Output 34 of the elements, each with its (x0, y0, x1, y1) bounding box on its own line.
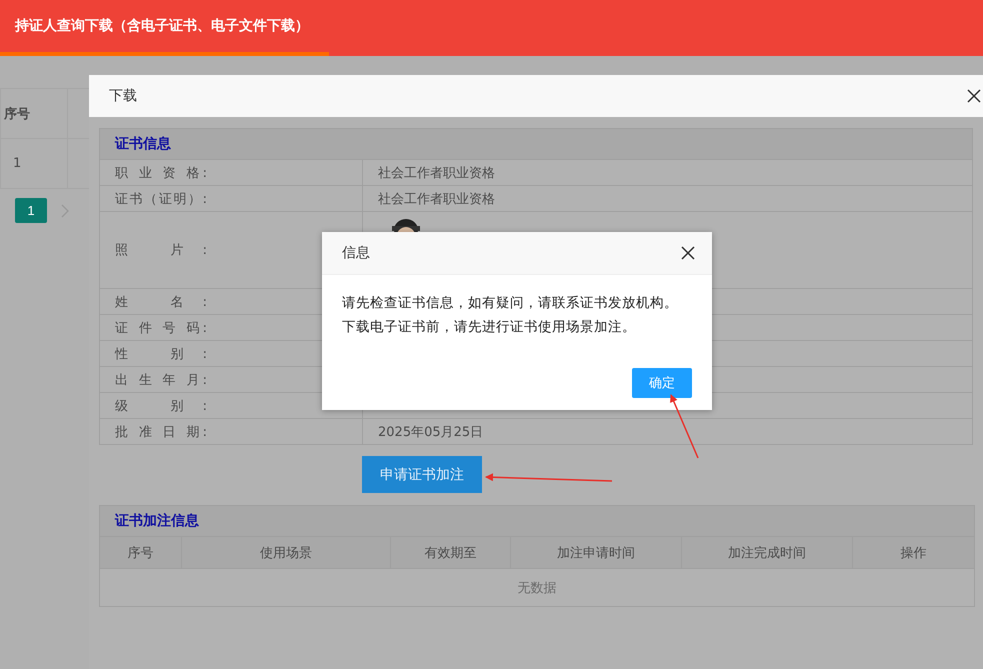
field-value: 2025年05月25日 (378, 424, 484, 440)
field-label: 姓 名: (115, 294, 207, 310)
dialog-title: 下载 (109, 87, 137, 105)
message-text: 请先检查证书信息，如有疑问，请联系证书发放机构。 (342, 294, 679, 312)
field-value: 社会工作者职业资格 (378, 192, 495, 206)
field-label: 性 别: (115, 346, 207, 362)
field-label: 照 片: (115, 242, 207, 259)
field-label: 证 件 号 码: (115, 320, 207, 336)
confirm-button[interactable]: 确定 (632, 368, 692, 398)
close-icon[interactable] (681, 246, 695, 260)
page-title: 持证人查询下载（含电子证书、电子文件下载） (15, 17, 309, 35)
annotation-arrow (670, 394, 699, 458)
empty-message: 无数据 (518, 580, 556, 596)
field-label: 职 业 资 格: (115, 164, 207, 182)
column-header: 加注申请时间 (557, 544, 635, 562)
apply-button[interactable]: 申请证书加注 (362, 456, 482, 493)
table-cell: 1 (13, 156, 22, 171)
field-label: 证书（证明）: (115, 190, 207, 208)
section-title: 证书信息 (115, 136, 171, 152)
column-header: 使用场景 (260, 544, 312, 562)
column-header: 序号 (4, 106, 30, 122)
field-label: 批 准 日 期: (115, 424, 207, 440)
field-label: 出 生 年 月: (115, 372, 207, 388)
close-icon[interactable] (967, 89, 981, 103)
column-header: 序号 (128, 544, 154, 562)
field-label: 级 别: (115, 398, 207, 414)
column-header: 操作 (900, 544, 926, 562)
section-title: 证书加注信息 (115, 512, 199, 530)
message-text: 下载电子证书前，请先进行证书使用场景加注。 (342, 318, 637, 336)
page-button[interactable]: 1 (15, 198, 47, 223)
field-value: 社会工作者职业资格 (378, 166, 495, 180)
dialog-title: 信息 (342, 244, 370, 262)
column-header: 有效期至 (424, 544, 476, 562)
column-header: 加注完成时间 (728, 544, 806, 562)
